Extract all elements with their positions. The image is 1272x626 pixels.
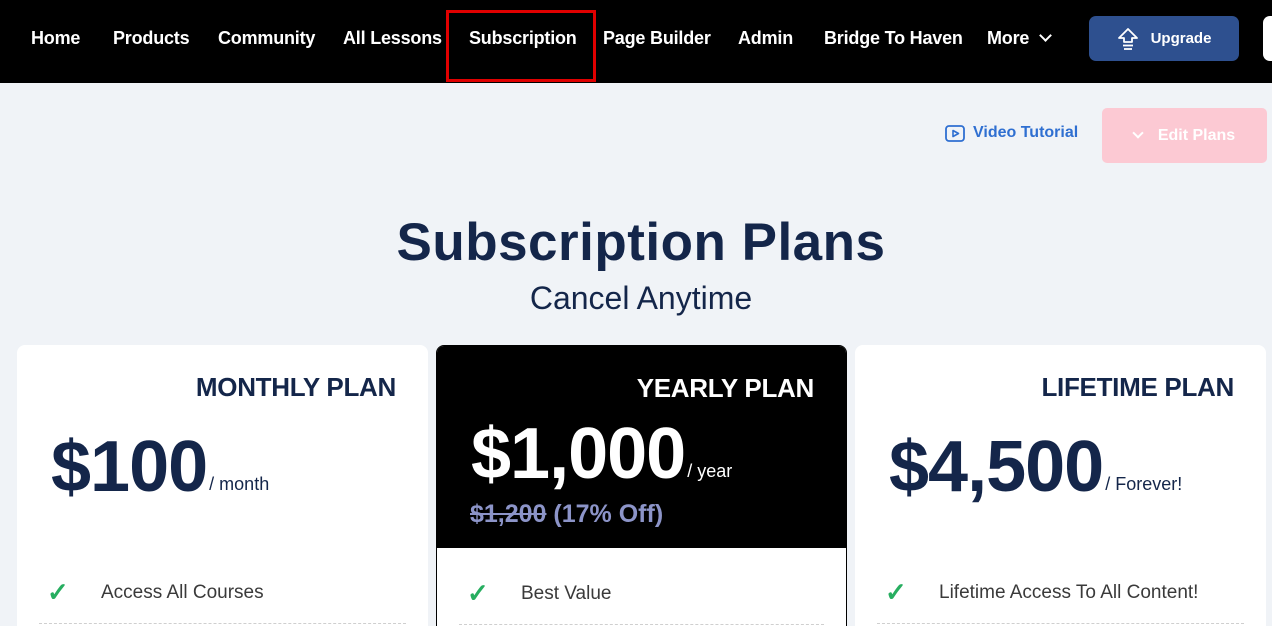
nav-item-admin[interactable]: Admin: [738, 28, 793, 49]
plan-price: $1,000: [471, 414, 686, 494]
check-icon: ✓: [885, 577, 907, 607]
price-row: $100 / month: [51, 431, 269, 503]
nav-item-bridge-to-haven[interactable]: Bridge To Haven: [824, 28, 963, 49]
plan-name: YEARLY PLAN: [636, 373, 815, 403]
feature-divider: [877, 623, 1244, 624]
plan-feature: ✓ Lifetime Access To All Content!: [885, 577, 1198, 608]
upgrade-label: Upgrade: [1150, 30, 1212, 47]
check-icon: ✓: [47, 577, 69, 607]
profile-button-partial[interactable]: [1263, 16, 1272, 61]
nav-more-label: More: [987, 28, 1030, 48]
plan-price: $4,500: [889, 427, 1104, 507]
video-tutorial-label: Video Tutorial: [973, 124, 1079, 141]
feature-text: Access All Courses: [101, 581, 264, 603]
edit-plans-label: Edit Plans: [1157, 126, 1236, 144]
upgrade-button[interactable]: Upgrade: [1089, 16, 1239, 61]
page-title: Subscription Plans: [396, 213, 886, 272]
plan-name: MONTHLY PLAN: [195, 372, 396, 402]
plan-feature: ✓ Access All Courses: [47, 577, 264, 608]
nav-item-more[interactable]: More: [987, 28, 1053, 49]
plan-card-header: YEARLY PLAN $1,000 / year $1,200 (17% Of…: [437, 346, 846, 548]
top-navigation: Home Products Community All Lessons Subs…: [0, 0, 1272, 83]
plan-period: / month: [209, 474, 270, 494]
check-icon: ✓: [467, 578, 489, 608]
chevron-down-icon: [1132, 126, 1144, 139]
plan-card-header: MONTHLY PLAN $100 / month: [17, 345, 428, 547]
old-price-row: $1,200 (17% Off): [470, 500, 663, 529]
page-subtitle: Cancel Anytime: [529, 280, 753, 316]
edit-plans-button[interactable]: Edit Plans: [1102, 108, 1267, 163]
upgrade-arrow-icon: [1117, 27, 1138, 50]
plan-period: / year: [687, 461, 733, 481]
feature-divider: [459, 624, 824, 625]
subscription-highlight-box: [446, 10, 596, 82]
plan-card-header: LIFETIME PLAN $4,500 / Forever!: [855, 345, 1266, 547]
nav-item-community[interactable]: Community: [218, 28, 315, 49]
plan-price: $100: [51, 427, 208, 507]
old-price: $1,200: [470, 500, 547, 528]
plan-card-lifetime[interactable]: LIFETIME PLAN $4,500 / Forever! ✓ Lifeti…: [855, 345, 1266, 626]
nav-item-page-builder[interactable]: Page Builder: [603, 28, 711, 49]
feature-text: Lifetime Access To All Content!: [939, 581, 1199, 603]
plan-card-monthly[interactable]: MONTHLY PLAN $100 / month ✓ Access All C…: [17, 345, 428, 626]
nav-item-products[interactable]: Products: [113, 28, 190, 49]
video-play-icon: [945, 124, 965, 142]
chevron-down-icon: [1039, 29, 1053, 42]
nav-item-all-lessons[interactable]: All Lessons: [343, 28, 442, 49]
price-row: $4,500 / Forever!: [889, 431, 1182, 503]
discount-label: (17% Off): [553, 500, 664, 528]
feature-text: Best Value: [521, 582, 612, 604]
plan-period: / Forever!: [1105, 474, 1183, 494]
video-tutorial-link[interactable]: Video Tutorial: [945, 124, 1078, 142]
feature-divider: [39, 623, 406, 624]
plan-feature: ✓ Best Value: [467, 578, 611, 609]
plan-name: LIFETIME PLAN: [1041, 372, 1234, 402]
price-row: $1,000 / year: [471, 418, 732, 490]
plan-card-yearly[interactable]: YEARLY PLAN $1,000 / year $1,200 (17% Of…: [436, 345, 847, 626]
nav-item-home[interactable]: Home: [31, 28, 80, 49]
